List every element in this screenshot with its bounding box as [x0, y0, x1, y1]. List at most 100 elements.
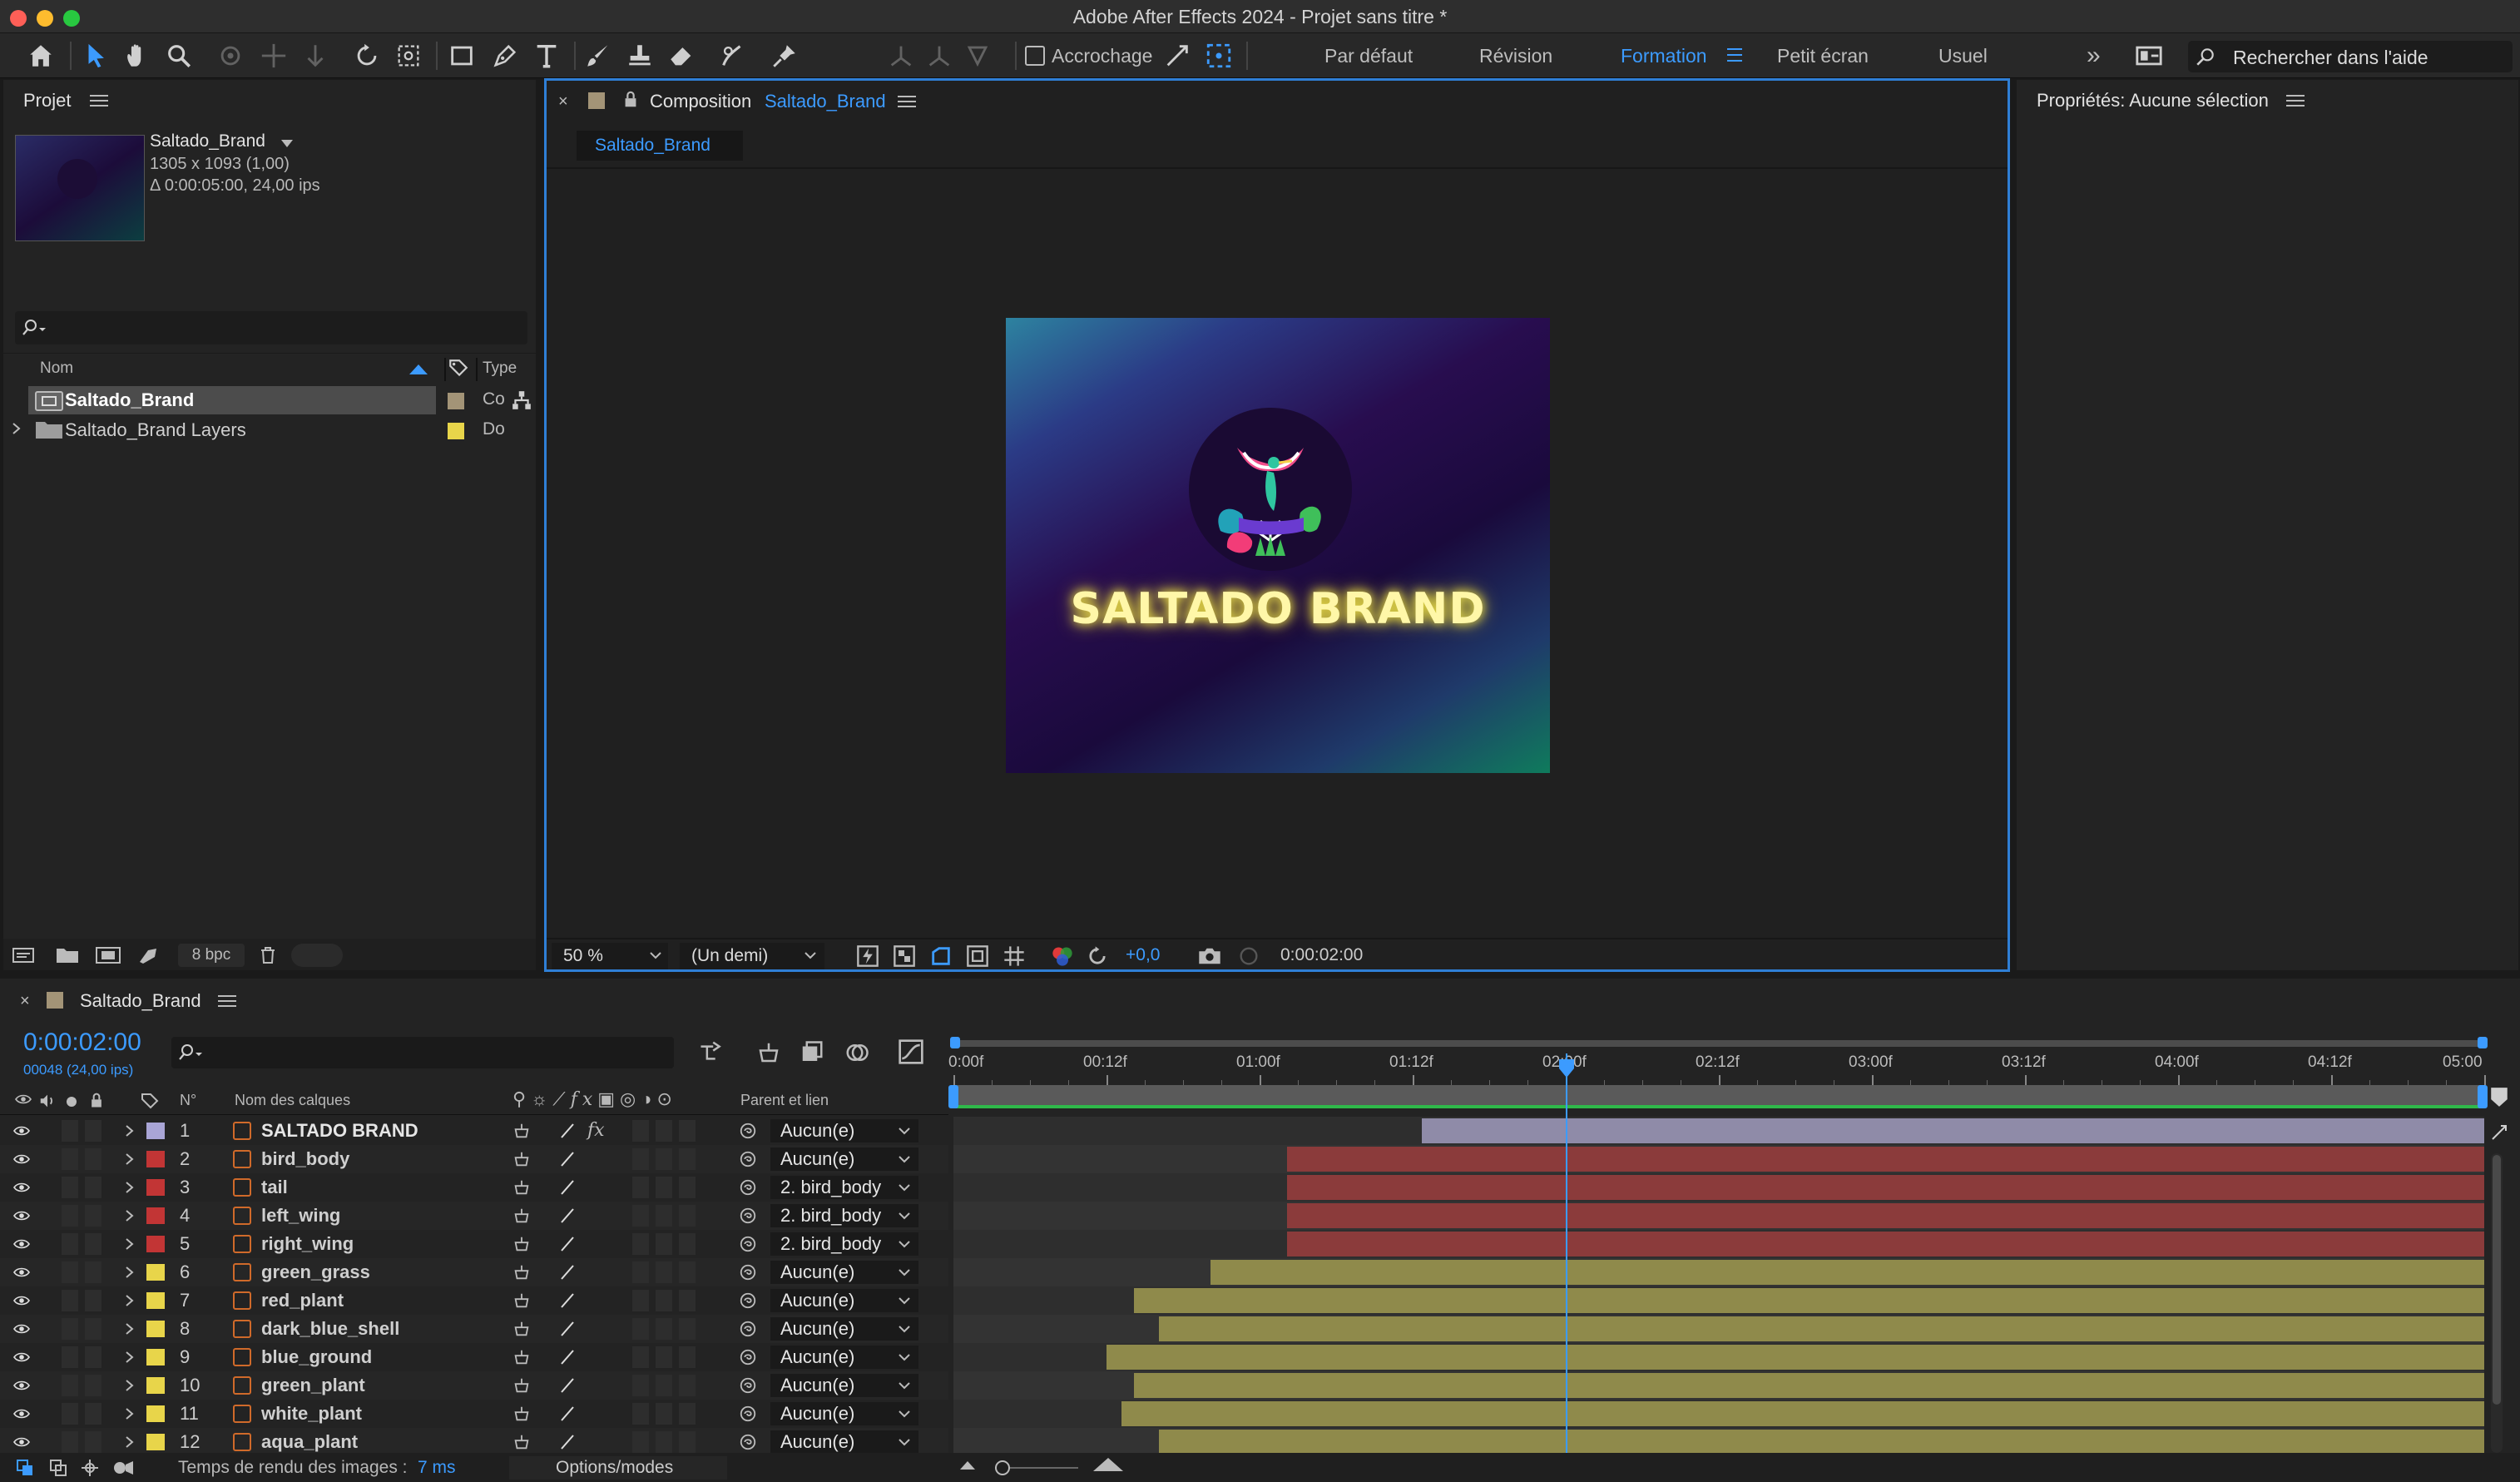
layer-name[interactable]: blue_ground	[261, 1343, 372, 1371]
lock-toggle[interactable]	[85, 1290, 101, 1311]
switches-column-icons[interactable]: ⚲☼⟋fx▣◎◑⊙	[512, 1088, 677, 1110]
lock-toggle[interactable]	[85, 1177, 101, 1198]
visibility-eye-icon[interactable]	[13, 1286, 33, 1315]
parent-select[interactable]: Aucun(e)	[770, 1430, 918, 1453]
shy-switch-icon[interactable]	[512, 1230, 531, 1258]
3d-layer-toggle[interactable]	[679, 1233, 696, 1255]
expand-chevron-icon[interactable]	[125, 1230, 136, 1258]
comp-marker-bin-icon[interactable]	[2489, 1087, 2509, 1108]
layer-duration-bar[interactable]	[1107, 1345, 2484, 1370]
lock-toggle[interactable]	[85, 1205, 101, 1227]
item-dropdown-icon[interactable]	[281, 140, 293, 147]
column-header-name[interactable]: Nom	[40, 359, 73, 378]
layer-switches-toggle-icon[interactable]	[15, 1458, 35, 1478]
snapping-options-icon[interactable]	[1158, 37, 1196, 75]
options-modes-button[interactable]: Options/modes	[509, 1456, 727, 1480]
workspace-menu-icon[interactable]	[1727, 48, 1742, 62]
timeline-panel-menu-icon[interactable]	[218, 995, 236, 1007]
parent-select[interactable]: Aucun(e)	[770, 1402, 918, 1425]
zoom-tool-icon[interactable]	[160, 37, 198, 75]
motion-blur-toggle[interactable]	[632, 1318, 649, 1340]
layer-duration-bar[interactable]	[1287, 1232, 2484, 1256]
lock-toggle[interactable]	[85, 1318, 101, 1340]
parent-select[interactable]: Aucun(e)	[770, 1119, 918, 1142]
motion-blur-toggle[interactable]	[632, 1403, 649, 1425]
current-time-display[interactable]: 0:00:02:00	[1280, 939, 1363, 971]
visibility-eye-icon[interactable]	[13, 1145, 33, 1173]
adjustment-toggle[interactable]	[656, 1346, 672, 1368]
hand-tool-icon[interactable]	[118, 37, 156, 75]
effects-switch-icon[interactable]: fx	[587, 1117, 605, 1145]
home-icon[interactable]	[22, 37, 60, 75]
layer-label-color[interactable]	[146, 1292, 165, 1309]
workspace-par-defaut[interactable]: Par défaut	[1324, 33, 1413, 78]
interpret-footage-icon[interactable]	[12, 945, 37, 965]
pick-whip-icon[interactable]	[739, 1286, 759, 1315]
pick-whip-icon[interactable]	[739, 1258, 759, 1286]
layer-row[interactable]: 5 right_wing 2. bird_body	[0, 1230, 948, 1258]
pick-whip-icon[interactable]	[739, 1230, 759, 1258]
shy-switch-icon[interactable]	[512, 1117, 531, 1145]
3d-layer-toggle[interactable]	[679, 1290, 696, 1311]
layer-name[interactable]: right_wing	[261, 1230, 354, 1258]
playhead[interactable]	[1559, 1053, 1574, 1453]
shy-switch-icon[interactable]	[512, 1145, 531, 1173]
trash-icon[interactable]	[258, 945, 278, 965]
motion-blur-toggle[interactable]	[632, 1205, 649, 1227]
zoom-out-icon[interactable]	[960, 1461, 975, 1470]
brush-tool-icon[interactable]	[579, 37, 617, 75]
expand-chevron-icon[interactable]	[125, 1371, 136, 1400]
pick-whip-icon[interactable]	[739, 1202, 759, 1230]
shy-switch-icon[interactable]	[512, 1428, 531, 1453]
quality-switch-icon[interactable]	[559, 1173, 577, 1202]
parent-select[interactable]: Aucun(e)	[770, 1289, 918, 1312]
selection-tool-icon[interactable]	[77, 37, 115, 75]
expand-chevron-icon[interactable]	[125, 1286, 136, 1315]
visibility-eye-icon[interactable]	[13, 1202, 33, 1230]
work-area-start-handle[interactable]	[948, 1085, 958, 1108]
visibility-eye-icon[interactable]	[13, 1343, 33, 1371]
flowchart-icon[interactable]	[511, 389, 532, 411]
timeline-vertical-scrollbar[interactable]	[2491, 1153, 2503, 1453]
expand-chevron-icon[interactable]	[125, 1117, 136, 1145]
adjustment-toggle[interactable]	[656, 1177, 672, 1198]
layer-label-color[interactable]	[146, 1349, 165, 1366]
new-composition-icon[interactable]	[95, 945, 121, 965]
layer-name[interactable]: white_plant	[261, 1400, 362, 1428]
hide-shy-layers-icon[interactable]	[799, 1040, 825, 1065]
workspace-petit-ecran[interactable]: Petit écran	[1777, 33, 1869, 78]
layer-label-color[interactable]	[146, 1236, 165, 1252]
roto-brush-icon[interactable]	[714, 37, 752, 75]
pick-whip-icon[interactable]	[739, 1315, 759, 1343]
solo-toggle[interactable]	[62, 1318, 78, 1340]
column-header-type[interactable]: Type	[483, 359, 517, 378]
lock-toggle[interactable]	[85, 1148, 101, 1170]
layer-label-color[interactable]	[146, 1207, 165, 1224]
motion-blur-toggle[interactable]	[632, 1177, 649, 1198]
motion-blur-toggle[interactable]	[632, 1148, 649, 1170]
close-tab-icon[interactable]: ×	[558, 92, 568, 112]
lock-toggle[interactable]	[85, 1120, 101, 1142]
help-search-input[interactable]: Rechercher dans l'aide	[2188, 41, 2513, 72]
layer-row[interactable]: 12 aqua_plant Aucun(e)	[0, 1428, 948, 1453]
parent-select[interactable]: Aucun(e)	[770, 1261, 918, 1284]
navigator-end-handle[interactable]	[2478, 1037, 2488, 1048]
column-header-layer-name[interactable]: Nom des calques	[235, 1092, 350, 1109]
layer-duration-bar[interactable]	[1422, 1118, 2484, 1143]
3d-layer-toggle[interactable]	[679, 1431, 696, 1453]
visibility-eye-icon[interactable]	[13, 1258, 33, 1286]
quality-switch-icon[interactable]	[559, 1258, 577, 1286]
quality-switch-icon[interactable]	[559, 1400, 577, 1428]
adjustment-toggle[interactable]	[656, 1205, 672, 1227]
expand-chevron-icon[interactable]	[125, 1315, 136, 1343]
shy-switch-icon[interactable]	[512, 1315, 531, 1343]
show-snapshot-icon[interactable]	[1237, 944, 1260, 968]
new-folder-icon[interactable]	[55, 945, 80, 965]
3d-layer-toggle[interactable]	[679, 1375, 696, 1396]
adjustment-toggle[interactable]	[656, 1431, 672, 1453]
3d-layer-toggle[interactable]	[679, 1261, 696, 1283]
layer-name[interactable]: aqua_plant	[261, 1428, 358, 1453]
solo-toggle[interactable]	[62, 1205, 78, 1227]
workspace-usuel[interactable]: Usuel	[1938, 33, 1988, 78]
solo-toggle[interactable]	[62, 1120, 78, 1142]
